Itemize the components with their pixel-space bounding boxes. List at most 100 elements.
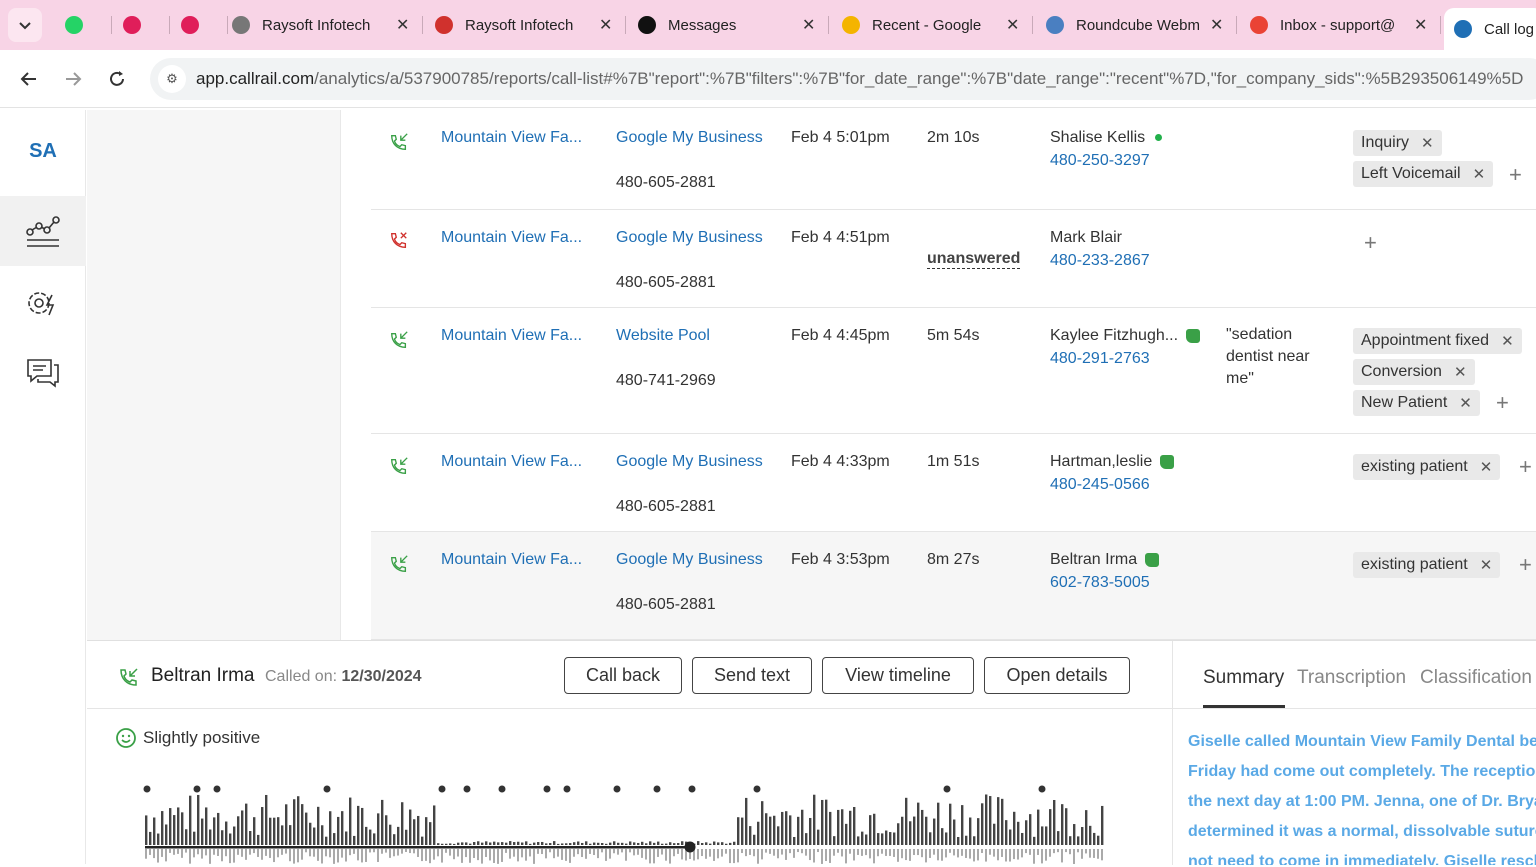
speaker-marker[interactable] <box>498 785 506 793</box>
browser-tab-5[interactable]: Raysoft Infotech ✕ <box>425 8 629 42</box>
call-summary-text: Giselle called Mountain View Family Dent… <box>1188 727 1536 865</box>
close-tab-icon[interactable]: ✕ <box>396 15 409 35</box>
browser-tab-9[interactable]: Inbox - support@ ✕ <box>1240 8 1444 42</box>
speaker-marker[interactable] <box>438 785 446 793</box>
company-link[interactable]: Mountain View Fa... <box>441 327 582 345</box>
tab-search-button[interactable] <box>8 8 42 42</box>
reload-button[interactable] <box>104 66 130 92</box>
close-tab-icon[interactable]: ✕ <box>1414 15 1427 35</box>
speaker-marker[interactable] <box>323 785 331 793</box>
speaker-marker[interactable] <box>1038 785 1046 793</box>
speaker-marker[interactable] <box>193 785 201 793</box>
waveform-bar <box>157 833 160 845</box>
send-text-button[interactable]: Send text <box>692 657 812 694</box>
source-link[interactable]: Google My Business <box>616 229 763 247</box>
source-link[interactable]: Google My Business <box>616 551 763 569</box>
company-link[interactable]: Mountain View Fa... <box>441 453 582 471</box>
source-link[interactable]: Google My Business <box>616 453 763 471</box>
speaker-marker[interactable] <box>943 785 951 793</box>
browser-tab-1[interactable] <box>55 8 115 42</box>
company-link[interactable]: Mountain View Fa... <box>441 551 582 569</box>
table-row[interactable]: Mountain View Fa... Website Pool 480-741-2… <box>371 308 1536 434</box>
table-row[interactable]: Mountain View Fa... Google My Business 480… <box>371 434 1536 532</box>
speaker-marker[interactable] <box>753 785 761 793</box>
caller-phone-link[interactable]: 480-245-0566 <box>1050 476 1150 494</box>
close-tab-icon[interactable]: ✕ <box>802 15 815 35</box>
remove-tag-icon[interactable]: ✕ <box>1473 165 1486 183</box>
waveform-bar <box>785 849 787 860</box>
speaker-marker[interactable] <box>543 785 551 793</box>
speaker-marker[interactable] <box>463 785 471 793</box>
view-timeline-button[interactable]: View timeline <box>822 657 974 694</box>
remove-tag-icon[interactable]: ✕ <box>1501 332 1514 350</box>
table-row[interactable]: Mountain View Fa... Google My Business 480… <box>371 110 1536 210</box>
tab-classification[interactable]: Classification <box>1420 667 1532 689</box>
waveform-bar <box>1033 849 1035 864</box>
call-back-button[interactable]: Call back <box>564 657 682 694</box>
browser-tab-2[interactable] <box>113 8 173 42</box>
tag-label: Conversion <box>1361 363 1442 380</box>
waveform-bar <box>805 849 807 856</box>
waveform-bar <box>893 832 896 845</box>
back-button[interactable] <box>16 66 42 92</box>
close-tab-icon[interactable]: ✕ <box>1006 15 1019 35</box>
remove-tag-icon[interactable]: ✕ <box>1454 363 1467 381</box>
speaker-marker[interactable] <box>563 785 571 793</box>
forward-button[interactable] <box>60 66 86 92</box>
waveform-bar <box>517 849 519 862</box>
waveform-bar <box>353 835 356 845</box>
speaker-marker[interactable] <box>653 785 661 793</box>
close-tab-icon[interactable]: ✕ <box>599 15 612 35</box>
waveform-bar <box>225 849 227 857</box>
browser-tab-7[interactable]: Recent - Google ✕ <box>832 8 1036 42</box>
remove-tag-icon[interactable]: ✕ <box>1421 134 1434 152</box>
table-row[interactable]: Mountain View Fa... Google My Business 480… <box>371 210 1536 308</box>
speaker-marker[interactable] <box>613 785 621 793</box>
open-details-button[interactable]: Open details <box>984 657 1130 694</box>
waveform-bar <box>505 849 507 853</box>
remove-tag-icon[interactable]: ✕ <box>1480 458 1493 476</box>
tab-summary[interactable]: Summary <box>1203 667 1284 689</box>
chat-icon <box>27 359 59 388</box>
add-tag-button[interactable]: + <box>1509 162 1522 188</box>
add-tag-button[interactable]: + <box>1519 454 1532 480</box>
waveform-bar <box>953 849 955 856</box>
close-tab-icon[interactable]: ✕ <box>1210 15 1223 35</box>
source-link[interactable]: Website Pool <box>616 327 710 345</box>
waveform-bar <box>205 849 207 856</box>
waveform-bar <box>221 830 224 845</box>
roundcube-icon <box>1046 16 1064 34</box>
add-tag-button[interactable]: + <box>1519 552 1532 578</box>
sidebar-item-messages[interactable] <box>0 338 86 408</box>
waveform-bar <box>977 849 979 861</box>
caller-phone-link[interactable]: 480-250-3297 <box>1050 152 1150 170</box>
speaker-marker[interactable] <box>688 785 696 793</box>
browser-tab-8[interactable]: Roundcube Webm ✕ <box>1036 8 1240 42</box>
site-info-icon[interactable]: ⚙ <box>158 65 186 93</box>
caller-phone-link[interactable]: 602-783-5005 <box>1050 574 1150 592</box>
company-link[interactable]: Mountain View Fa... <box>441 129 582 147</box>
url-bar[interactable]: ⚙ app.callrail.com/analytics/a/537900785… <box>150 58 1536 100</box>
browser-tab-4[interactable]: Raysoft Infotech ✕ <box>222 8 426 42</box>
add-tag-button[interactable]: + <box>1364 230 1377 256</box>
add-tag-button[interactable]: + <box>1496 390 1509 416</box>
caller-phone-link[interactable]: 480-233-2867 <box>1050 252 1150 270</box>
tab-transcription[interactable]: Transcription <box>1297 667 1406 689</box>
account-logo[interactable]: SA <box>0 140 86 163</box>
call-audio-waveform[interactable] <box>142 777 1112 867</box>
source-link[interactable]: Google My Business <box>616 129 763 147</box>
speaker-marker[interactable] <box>143 785 151 793</box>
caller-phone-link[interactable]: 480-291-2763 <box>1050 350 1150 368</box>
browser-tab-10[interactable]: Call log <box>1444 8 1536 50</box>
playhead-handle[interactable] <box>684 841 696 853</box>
browser-tab-6[interactable]: Messages ✕ <box>628 8 832 42</box>
tag-chip: Conversion ✕ <box>1353 359 1475 385</box>
remove-tag-icon[interactable]: ✕ <box>1459 394 1472 412</box>
speaker-marker[interactable] <box>213 785 221 793</box>
table-row[interactable]: Mountain View Fa... Google My Business 480… <box>371 532 1536 640</box>
waveform-bar <box>765 849 767 853</box>
sidebar-item-analytics[interactable] <box>0 196 86 266</box>
remove-tag-icon[interactable]: ✕ <box>1480 556 1493 574</box>
sidebar-item-settings[interactable] <box>0 268 86 338</box>
company-link[interactable]: Mountain View Fa... <box>441 229 582 247</box>
